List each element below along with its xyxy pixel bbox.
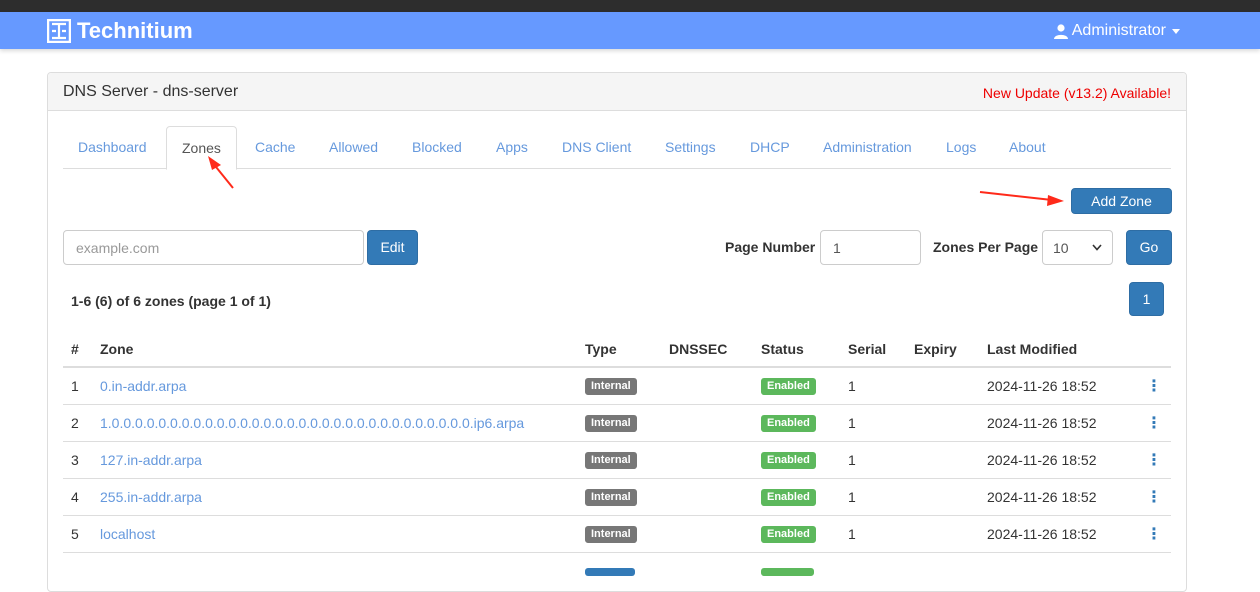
- annotation-arrow-add-zone: [979, 191, 1064, 206]
- annotation-arrow-zones: [208, 156, 234, 189]
- annotation-arrows: [208, 156, 1064, 206]
- type-badge: [585, 567, 635, 576]
- status-badge: [761, 567, 814, 576]
